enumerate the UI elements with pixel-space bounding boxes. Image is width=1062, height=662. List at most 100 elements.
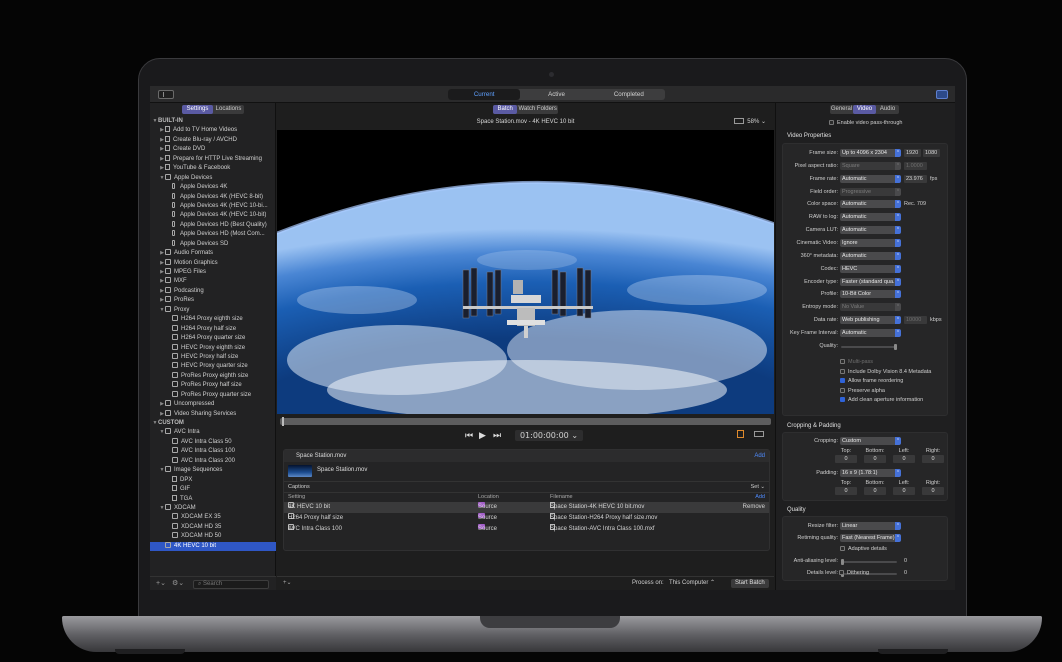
edge-value-field[interactable]: 0 bbox=[922, 487, 944, 495]
resize-select[interactable]: Linear bbox=[840, 522, 901, 530]
tree-item[interactable]: ▼ XDCAM bbox=[150, 503, 276, 513]
tree-item[interactable]: ProRes Proxy eighth size bbox=[150, 371, 276, 381]
sidebar-toggle-icon[interactable] bbox=[158, 90, 174, 99]
option-checkbox[interactable]: Include Dolby Vision 8.4 Metadata bbox=[840, 368, 931, 378]
property-select[interactable]: 10-Bit Color bbox=[840, 290, 901, 299]
output-row[interactable]: AVC Intra Class 100 Source Space Station-A… bbox=[284, 523, 769, 535]
tree-item[interactable]: XDCAM EX 35 bbox=[150, 513, 276, 522]
tab-completed[interactable]: Completed bbox=[593, 89, 665, 100]
tree-item[interactable]: ▶ ProRes bbox=[150, 296, 276, 305]
property-select[interactable]: Web publishing bbox=[840, 316, 901, 325]
property-select[interactable]: Automatic bbox=[840, 251, 901, 260]
tree-item[interactable]: HEVC Proxy quarter size bbox=[150, 362, 276, 371]
tab-settings[interactable]: Settings bbox=[182, 105, 213, 114]
tree-item[interactable]: ▶ YouTube & Facebook bbox=[150, 164, 276, 173]
dithering-checkbox[interactable]: Dithering bbox=[839, 570, 869, 579]
tree-item[interactable]: ▶ Motion Graphics bbox=[150, 258, 276, 268]
next-frame-icon[interactable]: ⏭ bbox=[493, 430, 501, 440]
tree-item[interactable]: H264 Proxy quarter size bbox=[150, 334, 276, 343]
property-select[interactable]: Automatic bbox=[840, 226, 901, 235]
edge-value-field[interactable]: 0 bbox=[893, 487, 915, 495]
tree-item[interactable]: ▶ Uncompressed bbox=[150, 400, 276, 409]
tab-active[interactable]: Active bbox=[520, 89, 592, 100]
tree-item[interactable]: ▶ Podcasting bbox=[150, 286, 276, 296]
tree-item[interactable]: ▶ MXF bbox=[150, 277, 276, 286]
option-checkbox[interactable]: Preserve alpha bbox=[840, 387, 885, 397]
cropping-select[interactable]: Custom bbox=[840, 437, 901, 445]
tree-item[interactable]: XDCAM HD 35 bbox=[150, 522, 276, 532]
tree-item[interactable]: AVC Intra Class 100 bbox=[150, 447, 276, 456]
property-field[interactable]: 23.976 bbox=[904, 174, 927, 183]
tree-item[interactable]: DPX bbox=[150, 475, 276, 485]
edge-value-field[interactable]: 0 bbox=[922, 455, 944, 463]
edge-value-field[interactable]: 0 bbox=[835, 487, 857, 495]
property-select[interactable]: Automatic bbox=[840, 328, 901, 337]
tree-item[interactable]: ▼ Apple Devices bbox=[150, 173, 276, 183]
quality-slider[interactable] bbox=[841, 343, 897, 350]
set-button[interactable]: Set ⌄ bbox=[751, 482, 765, 492]
tree-item[interactable]: AVC Intra Class 50 bbox=[150, 437, 276, 447]
tree-item[interactable]: Apple Devices 4K bbox=[150, 183, 276, 192]
tree-item[interactable]: Apple Devices HD (Most Com... bbox=[150, 230, 276, 239]
property-field[interactable]: 1.0000 bbox=[904, 161, 927, 170]
gear-menu-icon[interactable]: ⚙⌄ bbox=[172, 579, 184, 587]
tab-current[interactable]: Current bbox=[448, 89, 521, 100]
option-checkbox[interactable]: Add clean aperture information bbox=[840, 397, 923, 406]
add-button[interactable]: Add bbox=[754, 450, 765, 462]
edge-value-field[interactable]: 0 bbox=[893, 455, 915, 463]
timecode-display[interactable]: 01:00:00:00 ⌄ bbox=[515, 430, 583, 441]
tree-item[interactable]: H264 Proxy eighth size bbox=[150, 315, 276, 324]
slider-knob[interactable] bbox=[841, 559, 844, 565]
padding-select[interactable]: 16 x 9 (1.78:1) bbox=[840, 469, 901, 477]
passthrough-checkbox[interactable]: Enable video pass-through bbox=[829, 120, 902, 126]
property-select[interactable]: Faster (standard qua... bbox=[840, 277, 901, 286]
tree-item[interactable]: ▶ Create Blu-ray / AVCHD bbox=[150, 135, 276, 145]
video-viewer[interactable] bbox=[277, 130, 774, 414]
tree-item[interactable]: ▶ Add to TV Home Videos bbox=[150, 126, 276, 135]
tab-batch[interactable]: Batch bbox=[493, 105, 518, 114]
tree-item[interactable]: Apple Devices 4K (HEVC 10-bit) bbox=[150, 211, 276, 220]
tree-item[interactable]: ProRes Proxy half size bbox=[150, 381, 276, 390]
zoom-control[interactable]: 58% ⌄ bbox=[734, 118, 766, 125]
add-output-button[interactable]: Add bbox=[755, 493, 765, 502]
edge-value-field[interactable]: 0 bbox=[864, 455, 886, 463]
tab-video[interactable]: Video bbox=[853, 105, 876, 114]
property-field[interactable]: 1920 bbox=[904, 149, 921, 157]
tree-item[interactable]: ▶ MPEG Files bbox=[150, 268, 276, 277]
property-select[interactable]: Automatic bbox=[840, 174, 901, 183]
add-setting-icon[interactable]: +⌄ bbox=[156, 579, 166, 587]
property-select[interactable]: Automatic bbox=[840, 200, 901, 209]
source-file[interactable]: Space Station.mov bbox=[286, 463, 766, 479]
tree-item[interactable]: ▶ Create DVD bbox=[150, 145, 276, 154]
tab-watch-folders[interactable]: Watch Folders bbox=[517, 105, 558, 114]
tab-locations[interactable]: Locations bbox=[213, 105, 244, 114]
previous-frame-icon[interactable]: ⏮ bbox=[465, 430, 473, 440]
retiming-select[interactable]: Fast (Nearest Frame) bbox=[840, 534, 901, 542]
tree-group-header[interactable]: ▼CUSTOM bbox=[150, 419, 276, 428]
tree-item[interactable]: ▼ AVC Intra bbox=[150, 428, 276, 437]
tree-item[interactable]: ProRes Proxy quarter size bbox=[150, 390, 276, 400]
inspector-toggle-icon[interactable] bbox=[936, 90, 948, 99]
property-select[interactable]: HEVC bbox=[840, 264, 901, 273]
tree-item[interactable]: ▼ Proxy bbox=[150, 305, 276, 315]
add-job-icon[interactable]: +⌄ bbox=[283, 577, 292, 590]
option-checkbox[interactable]: Allow frame reordering bbox=[840, 378, 903, 387]
process-select[interactable]: This Computer ⌃ bbox=[669, 577, 715, 590]
tab-audio[interactable]: Audio bbox=[876, 105, 899, 114]
tree-item[interactable]: Apple Devices HD (Best Quality) bbox=[150, 220, 276, 230]
tree-item[interactable]: GIF bbox=[150, 485, 276, 494]
remove-button[interactable]: Remove bbox=[743, 502, 765, 513]
tree-item[interactable]: ▼ Image Sequences bbox=[150, 466, 276, 475]
tree-item[interactable]: XDCAM HD 50 bbox=[150, 532, 276, 541]
adaptive-details-checkbox[interactable]: Adaptive details bbox=[840, 546, 887, 555]
marker-icon[interactable] bbox=[737, 430, 744, 438]
tree-item[interactable]: ▶ Video Sharing Services bbox=[150, 409, 276, 419]
tree-item[interactable]: H264 Proxy half size bbox=[150, 324, 276, 334]
tree-item[interactable]: Apple Devices 4K (HEVC 8-bit) bbox=[150, 192, 276, 202]
edge-value-field[interactable]: 0 bbox=[864, 487, 886, 495]
timeline-scrubber[interactable] bbox=[280, 417, 771, 426]
start-batch-button[interactable]: Start Batch bbox=[731, 579, 769, 588]
tree-item[interactable]: HEVC Proxy eighth size bbox=[150, 343, 276, 353]
property-field[interactable]: 1080 bbox=[923, 149, 940, 157]
search-input[interactable]: ⌕ Search bbox=[193, 580, 269, 589]
